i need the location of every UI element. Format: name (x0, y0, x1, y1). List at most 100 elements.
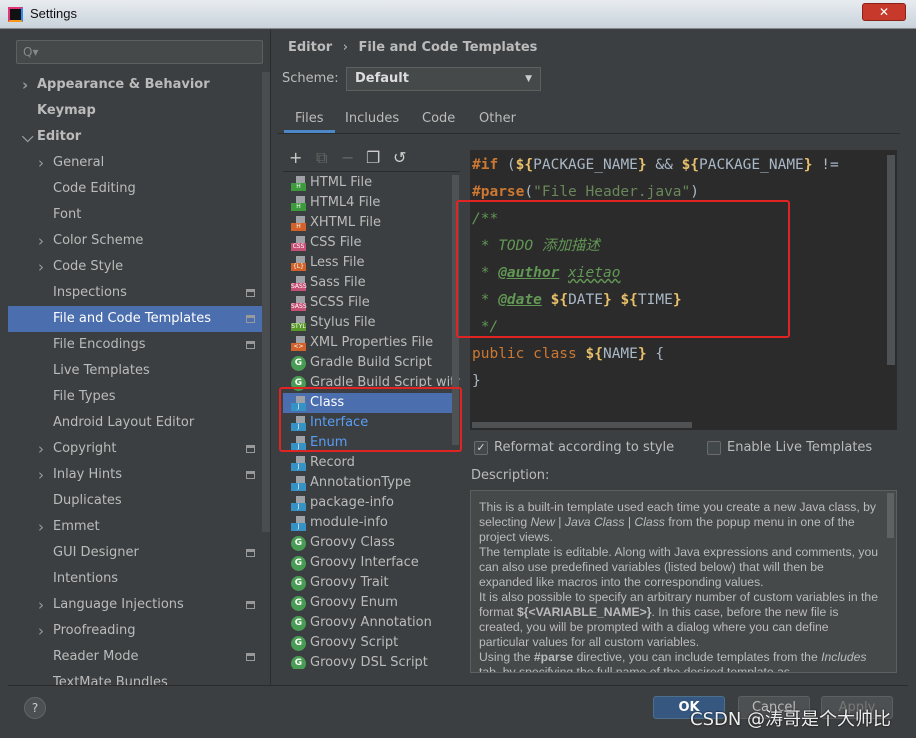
chevron-right-icon[interactable]: › (38, 514, 44, 540)
tab-files[interactable]: Files (284, 111, 335, 133)
sidebar-item[interactable]: Live Templates (8, 358, 270, 384)
chevron-right-icon[interactable]: › (38, 150, 44, 176)
sidebar-item-label: Code Style (53, 259, 124, 274)
sidebar-item[interactable]: GUI Designer (8, 540, 270, 566)
template-list-item[interactable]: H HTML4 File (283, 193, 453, 213)
sidebar-item[interactable]: Font (8, 202, 270, 228)
breadcrumb-parent[interactable]: Editor (288, 40, 332, 55)
sidebar-item-label: File and Code Templates (53, 311, 211, 326)
sidebar-item[interactable]: Android Layout Editor (8, 410, 270, 436)
chevron-right-icon[interactable]: › (38, 592, 44, 618)
sidebar-item[interactable]: Keymap (8, 98, 270, 124)
template-list-item[interactable]: {L} Less File (283, 253, 453, 273)
template-list-item[interactable]: G Groovy DSL Script (283, 653, 453, 669)
chevron-right-icon[interactable]: › (22, 72, 28, 98)
editor-vertical-scrollbar[interactable] (887, 155, 895, 365)
intellij-app-icon (8, 7, 23, 22)
sidebar-item[interactable]: › Emmet (8, 514, 270, 540)
templates-toolbar: + ⧉ − ❐ ↺ (283, 148, 460, 172)
sidebar-item[interactable]: › Copyright (8, 436, 270, 462)
template-list-item[interactable]: G Groovy Trait (283, 573, 453, 593)
tab-other[interactable]: Other (479, 111, 516, 133)
template-name: Groovy Enum (310, 595, 398, 610)
sidebar-item[interactable]: Duplicates (8, 488, 270, 514)
template-list-item[interactable]: G Gradle Build Script (283, 353, 453, 373)
sidebar-item[interactable]: › General (8, 150, 270, 176)
breadcrumb-separator: › (342, 40, 348, 55)
template-list-item[interactable]: G Groovy Enum (283, 593, 453, 613)
scheme-value: Default (355, 71, 409, 86)
tab-code[interactable]: Code (422, 111, 455, 133)
template-list-item[interactable]: SASS SCSS File (283, 293, 453, 313)
tab-divider (278, 133, 900, 134)
chevron-right-icon[interactable]: › (38, 618, 44, 644)
template-list-item[interactable]: H XHTML File (283, 213, 453, 233)
reformat-checkbox[interactable]: ✓ (474, 441, 488, 455)
project-settings-icon (246, 445, 255, 453)
template-name: Record (310, 455, 355, 470)
sidebar-scrollbar[interactable] (262, 72, 270, 532)
groovy-file-icon: G (291, 616, 306, 631)
sidebar-item[interactable]: File and Code Templates (8, 306, 270, 332)
project-settings-icon (246, 471, 255, 479)
file-type-icon: J (291, 456, 306, 471)
chevron-down-icon[interactable]: ⌵ (22, 124, 33, 150)
sidebar-item-label: Intentions (53, 571, 119, 586)
file-type-icon: SASS (291, 276, 307, 291)
template-list-item[interactable]: G Groovy Class (283, 533, 453, 553)
sidebar-item[interactable]: › Color Scheme (8, 228, 270, 254)
sidebar-item[interactable]: Code Editing (8, 176, 270, 202)
template-list-item[interactable]: G Groovy Annotation (283, 613, 453, 633)
sidebar-item[interactable]: › Code Style (8, 254, 270, 280)
highlight-box-files (279, 387, 462, 452)
sidebar-item[interactable]: Reader Mode (8, 644, 270, 670)
sidebar-item[interactable]: › Proofreading (8, 618, 270, 644)
file-type-icon: H (291, 176, 306, 191)
remove-icon[interactable]: − (341, 148, 354, 167)
scheme-label: Scheme: (282, 71, 339, 86)
sidebar-item[interactable]: › Language Injections (8, 592, 270, 618)
template-list-item[interactable]: Jpackage-info (283, 493, 453, 513)
close-button[interactable]: ✕ (862, 3, 906, 21)
chevron-right-icon[interactable]: › (38, 228, 44, 254)
template-list-item[interactable]: G Groovy Script (283, 633, 453, 653)
template-list-item[interactable]: <> XML Properties File (283, 333, 453, 353)
project-settings-icon (246, 653, 255, 661)
template-list-item[interactable]: J Record (283, 453, 453, 473)
sidebar-item-label: Inlay Hints (53, 467, 122, 482)
settings-search-input[interactable]: Q▾ (16, 40, 263, 64)
sidebar-item[interactable]: Inspections (8, 280, 270, 306)
sidebar-item-label: General (53, 155, 105, 170)
sidebar-item[interactable]: File Types (8, 384, 270, 410)
copy-template-icon[interactable]: ⧉ (316, 148, 327, 168)
template-list-item[interactable]: H HTML File (283, 173, 453, 193)
add-icon[interactable]: + (289, 148, 302, 167)
template-list-item[interactable]: J AnnotationType (283, 473, 453, 493)
duplicate-icon[interactable]: ❐ (366, 148, 380, 167)
chevron-right-icon[interactable]: › (38, 462, 44, 488)
sidebar-item[interactable]: TextMate Bundles (8, 670, 270, 696)
project-settings-icon (246, 289, 255, 297)
live-templates-checkbox[interactable] (707, 441, 721, 455)
reset-icon[interactable]: ↺ (393, 148, 406, 167)
sidebar-item-label: Appearance & Behavior (37, 77, 210, 92)
scheme-dropdown[interactable]: Default ▼ (346, 67, 541, 91)
template-list-item[interactable]: STYL Stylus File (283, 313, 453, 333)
sidebar-item[interactable]: ⌵ Editor (8, 124, 270, 150)
sidebar-item[interactable]: › Inlay Hints (8, 462, 270, 488)
sidebar-item[interactable]: › Appearance & Behavior (8, 72, 270, 98)
description-scrollbar[interactable] (887, 493, 894, 538)
sidebar-item[interactable]: File Encodings (8, 332, 270, 358)
sidebar-item[interactable]: Intentions (8, 566, 270, 592)
help-button[interactable]: ? (24, 697, 46, 719)
template-list-item[interactable]: SASS Sass File (283, 273, 453, 293)
sidebar-item-label: TextMate Bundles (53, 675, 168, 690)
chevron-right-icon[interactable]: › (38, 254, 44, 280)
reformat-label: Reformat according to style (494, 440, 675, 455)
template-list-item[interactable]: Jmodule-info (283, 513, 453, 533)
chevron-right-icon[interactable]: › (38, 436, 44, 462)
template-list-item[interactable]: CSS CSS File (283, 233, 453, 253)
editor-horizontal-scrollbar[interactable] (472, 422, 692, 428)
template-list-item[interactable]: G Groovy Interface (283, 553, 453, 573)
tab-includes[interactable]: Includes (345, 111, 399, 133)
